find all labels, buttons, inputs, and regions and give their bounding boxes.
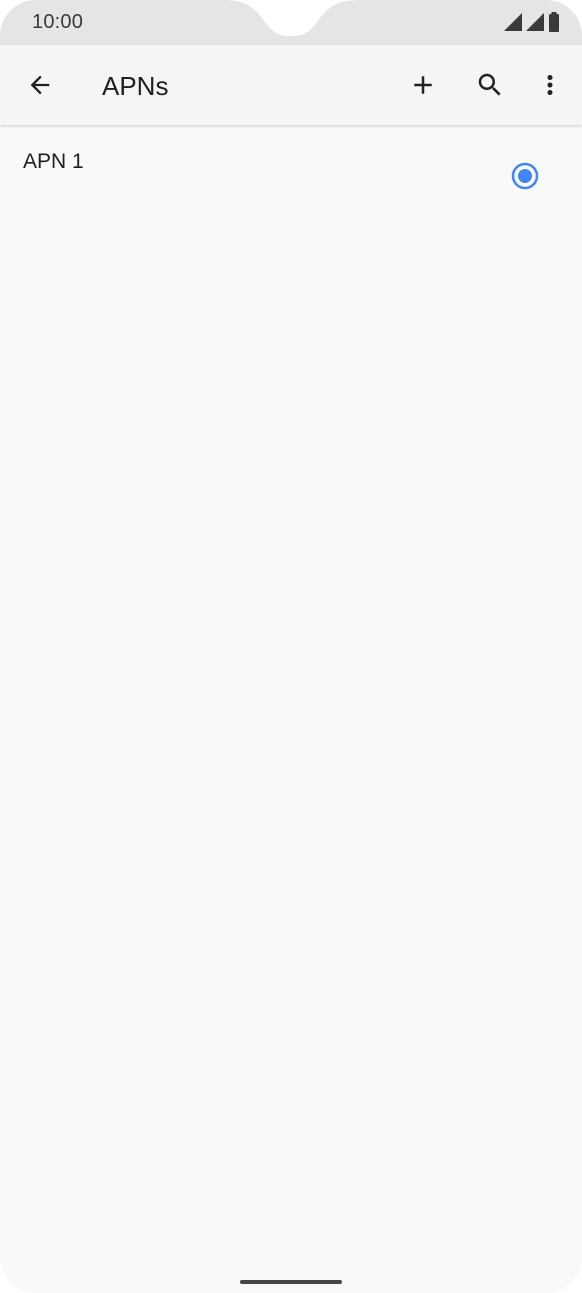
apn-name: APN 1 <box>23 150 84 173</box>
signal-icon <box>526 13 544 31</box>
app-bar: APNs <box>0 45 582 125</box>
home-indicator[interactable] <box>240 1280 342 1284</box>
more-options-button[interactable] <box>526 61 574 109</box>
add-apn-button[interactable] <box>399 61 447 109</box>
arrow-back-icon <box>30 75 50 95</box>
battery-icon <box>549 12 559 32</box>
more-vert-icon <box>547 75 553 95</box>
back-button[interactable] <box>16 61 64 109</box>
status-bar: 10:00 <box>0 0 582 45</box>
apn-list-item[interactable]: APN 1 <box>0 126 582 226</box>
search-icon <box>478 73 501 96</box>
status-time: 10:00 <box>32 11 84 33</box>
radio-selected-icon[interactable] <box>511 162 539 190</box>
add-icon <box>414 76 432 94</box>
search-button[interactable] <box>466 61 514 109</box>
display-notch <box>0 0 582 45</box>
phone-screen: 10:00 APNs APN 1 <box>0 0 582 1293</box>
signal-icon <box>504 13 522 31</box>
status-icons <box>504 12 560 32</box>
page-title: APNs <box>102 71 169 101</box>
